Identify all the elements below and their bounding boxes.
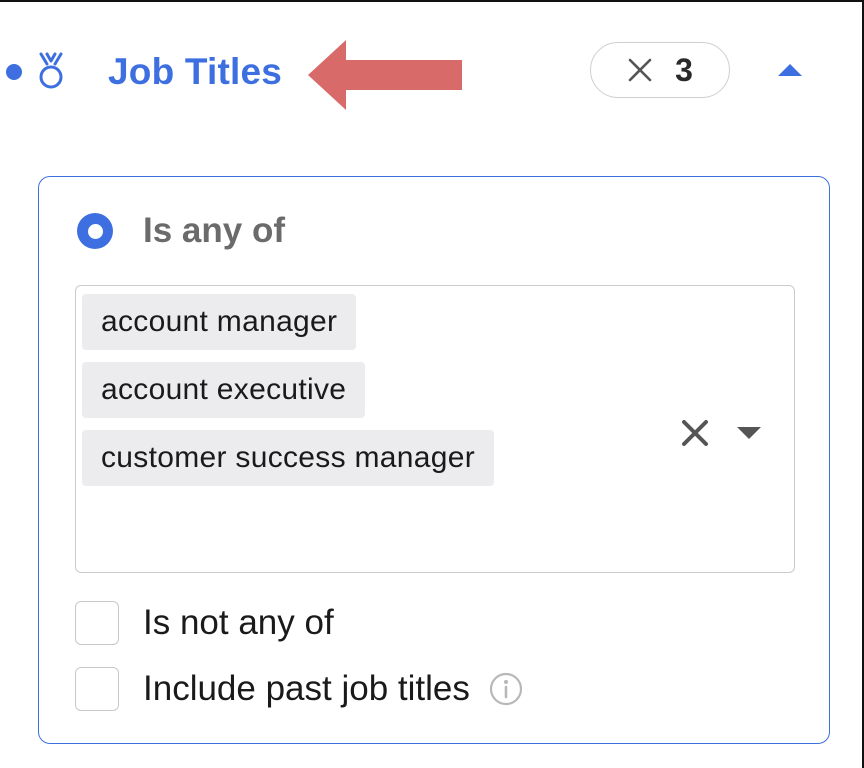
filter-header[interactable]: Job Titles 3 bbox=[0, 36, 864, 110]
is-any-of-label: Is any of bbox=[143, 211, 285, 250]
clear-filter-icon[interactable] bbox=[627, 57, 653, 83]
include-past-titles-checkbox[interactable] bbox=[75, 667, 119, 711]
info-icon[interactable] bbox=[488, 671, 524, 707]
is-any-of-radio[interactable] bbox=[77, 213, 113, 249]
selected-tag[interactable]: account manager bbox=[82, 294, 357, 350]
is-not-any-of-label: Is not any of bbox=[143, 603, 334, 642]
include-past-titles-option[interactable]: Include past job titles bbox=[75, 665, 524, 713]
selected-tag[interactable]: customer success manager bbox=[82, 430, 495, 486]
is-not-any-of-checkbox[interactable] bbox=[75, 601, 119, 645]
include-past-titles-label: Include past job titles bbox=[143, 669, 470, 708]
caret-up-icon[interactable] bbox=[776, 62, 804, 78]
annotation-arrow bbox=[308, 40, 462, 110]
is-any-of-option[interactable]: Is any of bbox=[77, 211, 285, 251]
selected-count-chip[interactable]: 3 bbox=[590, 42, 730, 98]
chevron-down-icon[interactable] bbox=[736, 426, 762, 440]
clear-all-icon[interactable] bbox=[680, 418, 710, 448]
active-indicator-dot bbox=[6, 64, 22, 80]
filter-title[interactable]: Job Titles bbox=[108, 50, 282, 94]
selected-tags: account manager account executive custom… bbox=[82, 294, 495, 498]
medal-icon bbox=[39, 52, 63, 89]
radio-dot bbox=[87, 223, 103, 239]
selected-count: 3 bbox=[675, 52, 693, 88]
filter-options-panel: Is any of account manager account execut… bbox=[38, 176, 830, 744]
is-not-any-of-option[interactable]: Is not any of bbox=[75, 599, 334, 647]
selected-tag[interactable]: account executive bbox=[82, 362, 366, 418]
job-titles-multiselect[interactable]: account manager account executive custom… bbox=[75, 285, 795, 573]
